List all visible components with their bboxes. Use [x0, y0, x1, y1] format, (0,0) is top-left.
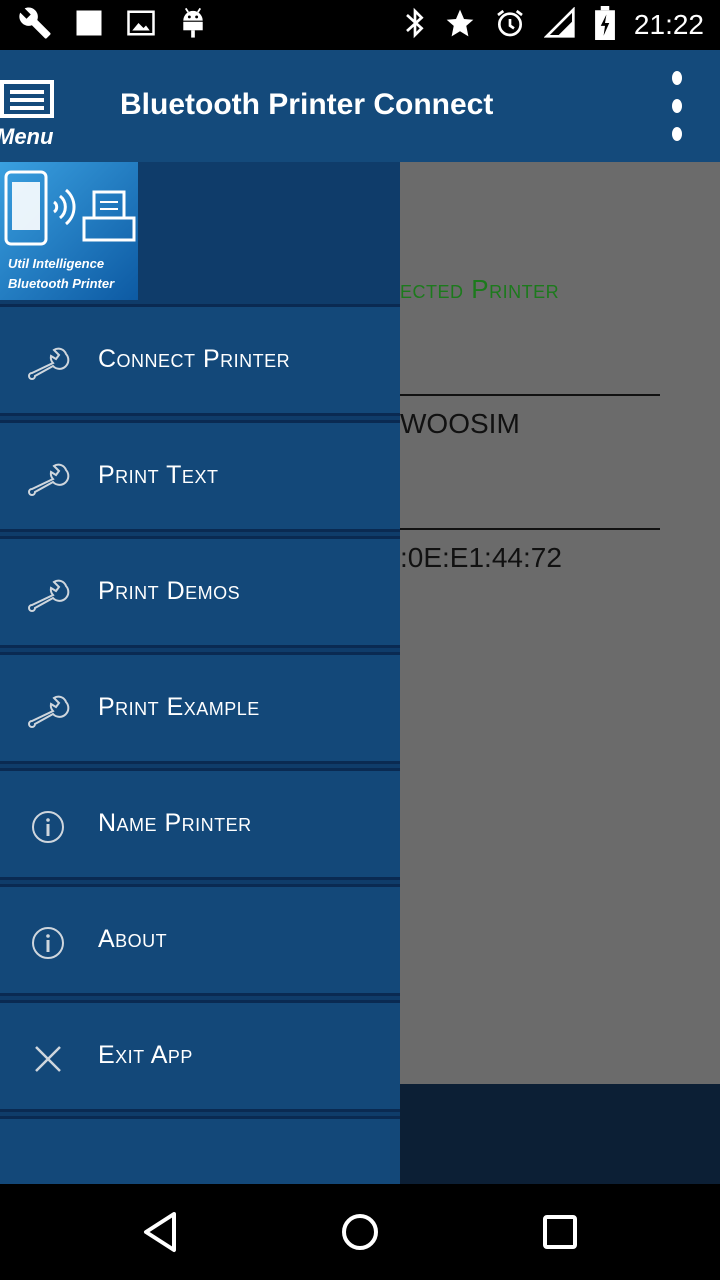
app-logo: Util Intelligence Bluetooth Printer: [0, 162, 138, 300]
drawer-item-label: Name Printer: [98, 809, 252, 837]
drawer-item-label: Print Text: [98, 461, 219, 489]
more-vert-icon: [672, 71, 682, 141]
close-icon: [26, 1039, 70, 1079]
drawer-item-connect-printer[interactable]: Connect Printer: [0, 304, 400, 416]
wrench-icon: [18, 6, 52, 45]
bluetooth-icon: [404, 7, 426, 44]
recents-icon: [543, 1215, 577, 1249]
drawer-item-print-text[interactable]: Print Text: [0, 420, 400, 532]
wrench-icon: [26, 575, 70, 615]
square-icon: [74, 8, 104, 43]
recents-button[interactable]: [530, 1202, 590, 1262]
signal-icon: [543, 5, 576, 44]
alarm-icon: [494, 7, 526, 44]
home-button[interactable]: [330, 1202, 390, 1262]
app-title: Bluetooth Printer Connect: [120, 88, 494, 121]
drawer-item-label: Print Demos: [98, 577, 241, 605]
wrench-icon: [26, 343, 70, 383]
status-time: 21:22: [633, 9, 704, 40]
menu-icon: [0, 80, 54, 118]
drawer-item-label: About: [98, 925, 168, 953]
overflow-menu-button[interactable]: [660, 66, 694, 146]
home-icon: [342, 1214, 378, 1250]
navigation-drawer: Util Intelligence Bluetooth Printer Conn…: [0, 162, 400, 1184]
drawer-item-print-example[interactable]: Print Example: [0, 652, 400, 764]
drawer-item-about[interactable]: About: [0, 884, 400, 996]
menu-label: Menu: [0, 124, 54, 148]
logo-text-line-1: Util Intelligence: [8, 256, 105, 271]
wrench-icon: [26, 459, 70, 499]
system-nav-bar: [0, 1184, 720, 1280]
drawer-item-name-printer[interactable]: Name Printer: [0, 768, 400, 880]
printer-address: :0E:E1:44:72: [400, 542, 562, 573]
wrench-icon: [26, 691, 70, 731]
divider: [400, 528, 660, 530]
drawer-footer: [0, 1116, 400, 1184]
info-icon: [26, 807, 70, 847]
back-button[interactable]: [130, 1202, 190, 1262]
battery-charging-icon: [594, 5, 616, 45]
android-icon: [178, 6, 208, 45]
drawer-item-label: Print Example: [98, 693, 260, 721]
printer-name: WOOSIM: [400, 408, 520, 439]
drawer-item-print-demos[interactable]: Print Demos: [0, 536, 400, 648]
menu-button[interactable]: Menu: [0, 76, 64, 149]
drawer-item-label: Exit App: [98, 1041, 193, 1069]
logo-text-line-2: Bluetooth Printer: [8, 276, 115, 291]
image-icon: [126, 8, 156, 43]
divider: [400, 394, 660, 396]
app-bar: Menu Bluetooth Printer Connect: [0, 50, 720, 162]
star-icon: [444, 7, 476, 44]
connected-printer-label: ected Printer: [400, 274, 560, 304]
drawer-item-label: Connect Printer: [98, 345, 291, 373]
status-bar: 21:22: [0, 0, 720, 50]
back-icon: [144, 1212, 176, 1252]
info-icon: [26, 923, 70, 963]
drawer-item-exit-app[interactable]: Exit App: [0, 1000, 400, 1112]
